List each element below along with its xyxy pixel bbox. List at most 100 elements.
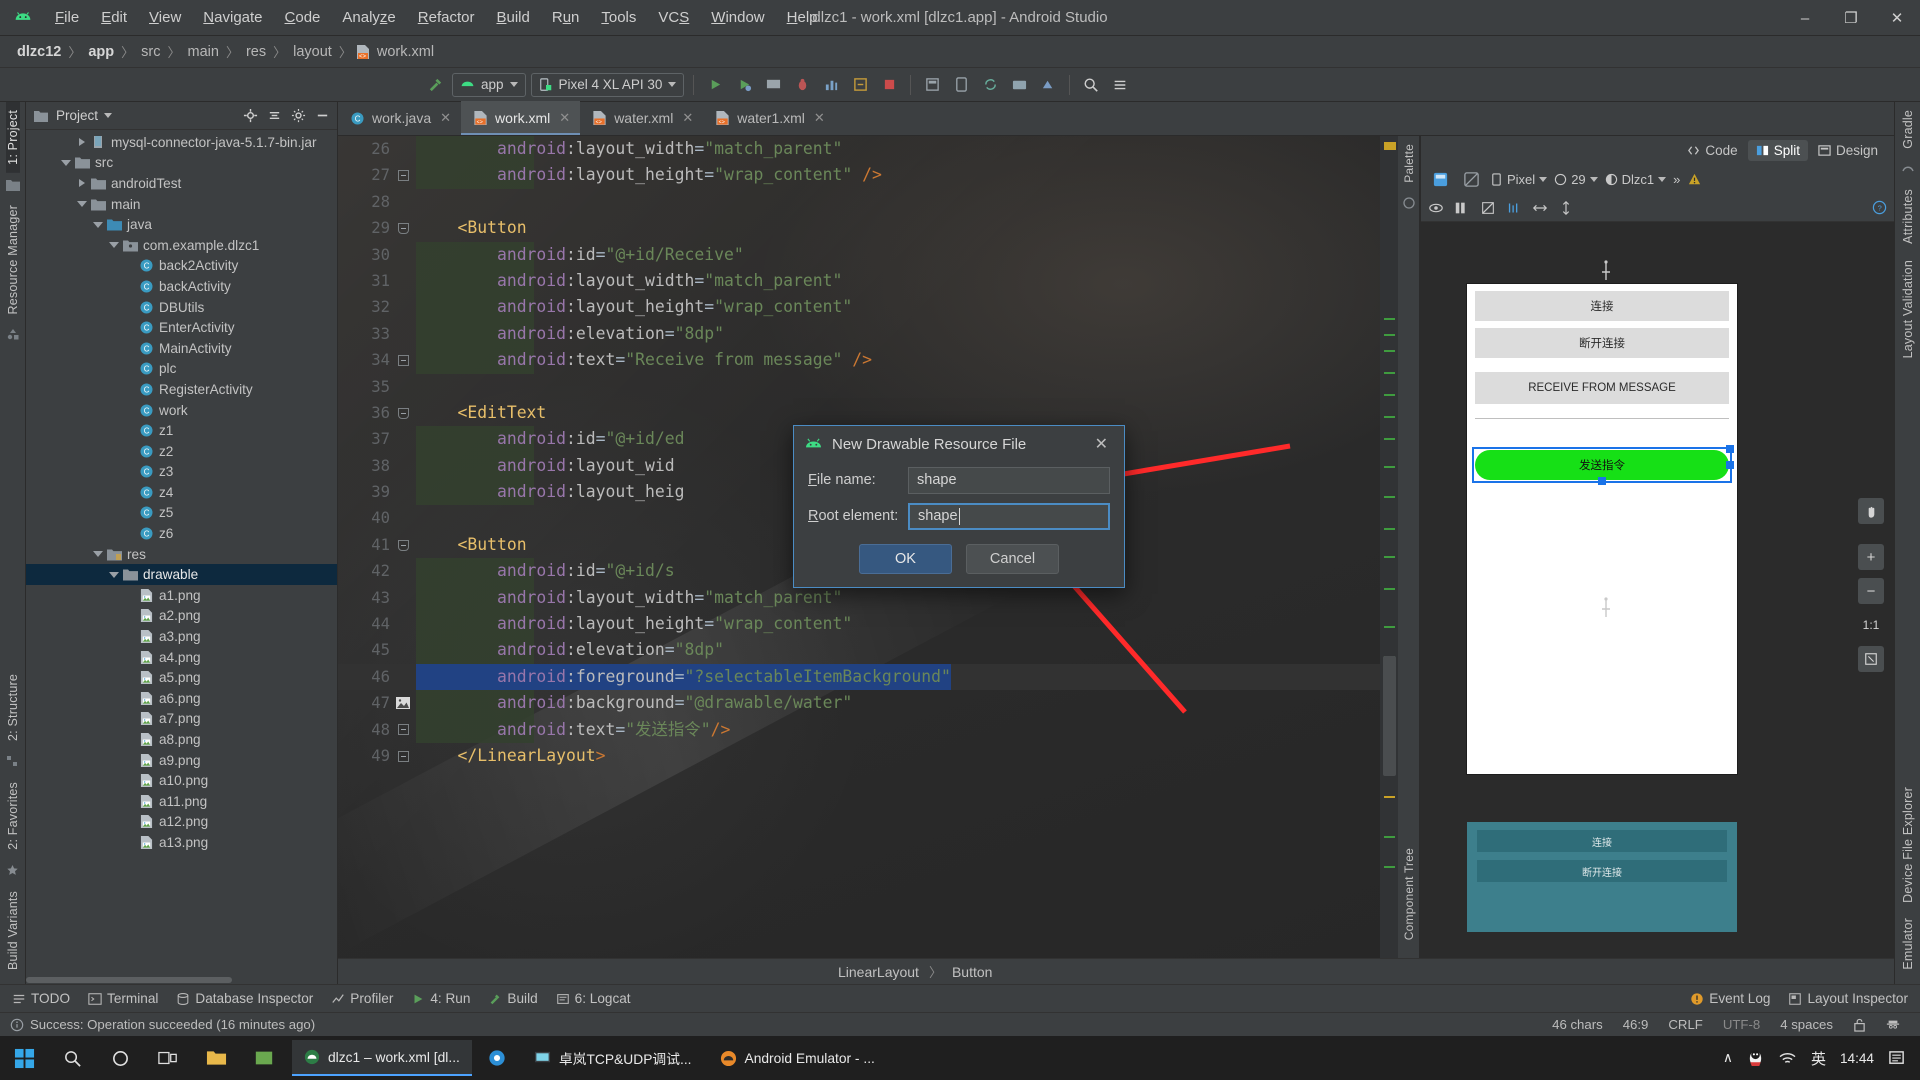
marker-change[interactable] (1384, 836, 1395, 838)
code-line[interactable]: 48 android:text="发送指令"/> (338, 716, 1398, 743)
hammer-build-icon[interactable] (423, 73, 447, 97)
breadcrumb-item-3[interactable]: main (185, 44, 222, 60)
preview-button-receive[interactable]: RECEIVE FROM MESSAGE (1475, 372, 1729, 404)
sdk-icon[interactable] (1036, 73, 1060, 97)
avd-manager-icon[interactable] (761, 73, 785, 97)
gradle-sync-icon[interactable] (978, 73, 1002, 97)
marker-change[interactable] (1384, 866, 1395, 868)
tree-item[interactable]: Cwork (26, 400, 337, 421)
device-chip[interactable]: Pixel (1490, 172, 1548, 187)
tree-item[interactable]: Cz4 (26, 482, 337, 503)
align-horizontal-icon[interactable] (1532, 200, 1548, 216)
stop-icon[interactable] (877, 73, 901, 97)
breadcrumb-item-1[interactable]: app (85, 44, 117, 60)
menu-item-vcs[interactable]: VCS (647, 5, 700, 30)
dialog-close-icon[interactable]: ✕ (1089, 432, 1114, 456)
chevron-down-icon[interactable] (1539, 176, 1548, 182)
hamburger-icon[interactable] (1108, 73, 1132, 97)
editor-tab-close-icon[interactable]: ✕ (814, 110, 825, 126)
tree-item[interactable]: a9.png (26, 750, 337, 771)
tree-item[interactable]: a1.png (26, 585, 337, 606)
maximize-button[interactable]: ❐ (1828, 0, 1874, 36)
tree-item[interactable]: androidTest (26, 173, 337, 194)
inspector-hat-icon[interactable] (1876, 1018, 1910, 1032)
marker-warning[interactable] (1384, 796, 1395, 798)
rail-item-gradle[interactable]: Gradle (1901, 102, 1915, 157)
run-configuration-selector[interactable]: app (452, 72, 526, 97)
qq-penguin-icon[interactable] (1747, 1049, 1764, 1068)
tree-item[interactable]: a7.png (26, 709, 337, 730)
chevron-down-icon[interactable] (104, 113, 113, 118)
rail-item-project[interactable]: 1: Project (5, 102, 20, 173)
tree-item[interactable]: a8.png (26, 729, 337, 750)
explorer-icon[interactable] (192, 1036, 240, 1080)
fold-gutter[interactable] (390, 750, 416, 762)
status-indent[interactable]: 4 spaces (1770, 1017, 1843, 1032)
palette-label[interactable]: Palette (1402, 136, 1416, 191)
marker-change[interactable] (1384, 350, 1395, 352)
marker-change[interactable] (1384, 438, 1395, 440)
tree-item[interactable]: Cz3 (26, 462, 337, 483)
cancel-button[interactable]: Cancel (966, 544, 1059, 574)
code-line[interactable]: 36 <EditText (338, 400, 1398, 426)
file-name-input[interactable]: shape (908, 466, 1110, 494)
code-line[interactable]: 46 android:foreground="?selectableItemBa… (338, 663, 1398, 691)
preview-button-disconnect[interactable]: 断开连接 (1475, 328, 1729, 358)
tree-item[interactable]: java (26, 214, 337, 235)
margins-icon[interactable] (1506, 200, 1522, 216)
debug-button-icon[interactable] (732, 73, 756, 97)
code-line[interactable]: 26 android:layout_width="match_parent" (338, 136, 1398, 163)
tree-item[interactable]: a4.png (26, 647, 337, 668)
view-mode-split[interactable]: Split (1747, 139, 1808, 161)
api-chip[interactable]: 29 (1554, 172, 1598, 187)
editor-tab-close-icon[interactable]: ✕ (682, 110, 693, 126)
rail-item-emulator[interactable]: Emulator (1901, 910, 1915, 978)
breadcrumb[interactable]: dlzc12 〉 app 〉 src 〉 main 〉 res 〉 layout… (0, 36, 1920, 68)
rail-item-build-variants[interactable]: Build Variants (6, 883, 20, 978)
phone-preview[interactable]: 连接 断开连接 RECEIVE FROM MESSAGE 发送指令 (1467, 284, 1737, 774)
menu-item-refactor[interactable]: Refactor (407, 5, 486, 30)
locate-file-icon[interactable] (241, 107, 259, 125)
design-surface-mode-icon[interactable] (1428, 167, 1452, 191)
marker-change[interactable] (1384, 372, 1395, 374)
collapse-all-icon[interactable] (265, 107, 283, 125)
resize-handle-top-right[interactable] (1726, 445, 1734, 453)
menu-item-code[interactable]: Code (274, 5, 332, 30)
marker-change[interactable] (1384, 466, 1395, 468)
tree-item[interactable]: C MainActivity (26, 338, 337, 359)
marker-warning[interactable] (1384, 142, 1396, 150)
editor-tab-work-java[interactable]: Cwork.java ✕ (338, 101, 461, 135)
tree-twisty-right[interactable] (74, 134, 90, 150)
tool-window-todo[interactable]: TODO (12, 991, 70, 1006)
marker-change[interactable] (1384, 334, 1395, 336)
tree-twisty-down[interactable] (90, 217, 106, 233)
error-stripe-markers[interactable] (1380, 136, 1398, 958)
system-tray[interactable]: ∧ 英 14:44 (1723, 1048, 1920, 1069)
mini-button-disconnect[interactable]: 断开连接 (1477, 860, 1727, 882)
search-taskbar-icon[interactable] (48, 1036, 96, 1080)
editor-tab-work-xml[interactable]: <> work.xml ✕ (461, 101, 581, 135)
pinned-app-icon[interactable] (240, 1036, 288, 1080)
code-line[interactable]: 33 android:elevation="8dp" (338, 320, 1398, 348)
bug-icon[interactable] (790, 73, 814, 97)
rail-item-layout-validation[interactable]: Layout Validation (1901, 252, 1915, 366)
menu-item-tools[interactable]: Tools (590, 5, 647, 30)
tool-window-bar[interactable]: TODO Terminal Database Inspector Profile… (0, 984, 1920, 1012)
tree-item[interactable]: a11.png (26, 791, 337, 812)
phone-preview-secondary[interactable]: 连接 断开连接 (1467, 822, 1737, 932)
project-tree[interactable]: mysql-connector-java-5.1.7-bin.jar src and… (26, 130, 337, 984)
menu-item-run[interactable]: Run (541, 5, 591, 30)
status-line-separator[interactable]: CRLF (1658, 1017, 1712, 1032)
design-preview-pane[interactable]: Code Split Design Pixel 29 Dlzc1 » ? 连接 … (1420, 136, 1894, 958)
fold-gutter[interactable] (390, 170, 416, 182)
status-encoding[interactable]: UTF-8 (1713, 1017, 1770, 1032)
resize-handle-right[interactable] (1726, 461, 1734, 469)
tree-twisty-down[interactable] (90, 546, 106, 562)
menu-item-edit[interactable]: Edit (90, 5, 138, 30)
tree-item[interactable]: C EnterActivity (26, 317, 337, 338)
tree-item[interactable]: Cz1 (26, 420, 337, 441)
rail-item-structure[interactable]: 2: Structure (6, 666, 20, 749)
code-line[interactable]: 44 android:layout_height="wrap_content" (338, 611, 1398, 638)
code-line[interactable]: 47 android:background="@drawable/water" (338, 690, 1398, 717)
cortana-icon[interactable] (96, 1036, 144, 1080)
